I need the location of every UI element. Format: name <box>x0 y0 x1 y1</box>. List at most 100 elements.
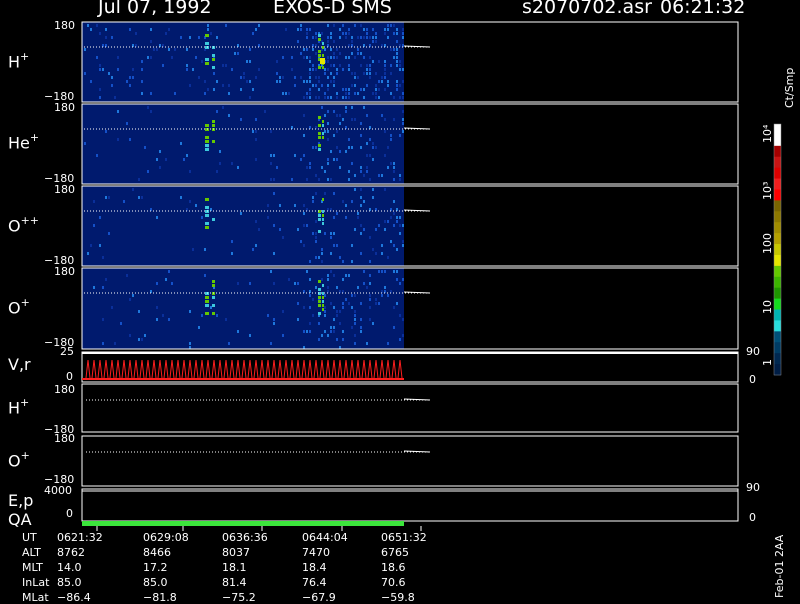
spectrogram-cell <box>384 220 386 223</box>
footer-cell: 85.0 <box>143 576 168 589</box>
spectrogram-cell <box>84 142 86 145</box>
spectrogram-cell <box>315 192 317 195</box>
footer-row-label: MLat <box>22 591 49 604</box>
spectrogram-cell <box>384 60 386 63</box>
spectrogram-cell <box>336 48 338 51</box>
vr-trace <box>133 359 139 379</box>
spectrogram-cell <box>309 96 311 99</box>
panel-vr-rtop: 90 <box>746 345 760 358</box>
spectrogram-cell <box>300 76 302 79</box>
spectrogram-cell <box>297 228 299 231</box>
spectrogram-cell <box>393 162 395 165</box>
spectrogram-cell <box>333 84 335 87</box>
spectrogram-cell <box>336 286 338 289</box>
spectrogram-cell <box>102 318 104 321</box>
spectrogram-cell <box>205 304 209 307</box>
footer-cell: 70.6 <box>381 576 406 589</box>
spectrogram-cell <box>372 40 374 43</box>
spectrogram-cell <box>342 118 344 121</box>
colorbar-segment <box>774 320 781 332</box>
spectrogram-cell <box>267 314 269 317</box>
spectrogram-cell <box>159 166 161 169</box>
spectrogram-cell <box>205 214 209 217</box>
spectrogram-cell <box>273 318 275 321</box>
spectrogram-cell <box>205 144 209 147</box>
spectrogram-cell <box>249 48 251 51</box>
vr-trace <box>229 359 235 379</box>
spectrogram-cell <box>384 72 386 75</box>
spectrogram-cell <box>366 166 368 169</box>
spectrogram-cell <box>297 282 299 285</box>
spectrogram-cell <box>84 48 86 51</box>
spectrogram-cell <box>322 46 324 49</box>
spectrogram-cell <box>339 310 341 313</box>
spectrogram-cell <box>348 96 350 99</box>
spectrogram-cell <box>318 214 321 217</box>
spectrogram-cell <box>396 302 398 305</box>
spectrogram-cell <box>315 84 317 87</box>
spectrogram-cell <box>327 334 329 337</box>
spectrogram-cell <box>129 138 131 141</box>
spectrogram-cell <box>396 60 398 63</box>
spectrogram-cell <box>393 48 395 51</box>
spectrogram-cell <box>339 114 341 117</box>
spectrogram-cell <box>273 154 275 157</box>
spectrogram-cell <box>360 326 362 329</box>
spectrogram-cell <box>205 148 209 151</box>
spectrogram-cell <box>324 114 326 117</box>
spectrogram-cell <box>348 170 350 173</box>
vr-trace <box>181 359 187 379</box>
spectrogram-cell <box>318 144 321 147</box>
spectrogram-cell <box>321 252 323 255</box>
spectrogram-cell <box>381 80 383 83</box>
spectrogram-cell <box>330 56 332 59</box>
spectrogram-cell <box>129 84 131 87</box>
spectrogram-cell <box>339 64 341 67</box>
spectrogram-cell <box>273 178 275 181</box>
spectrogram-cell <box>399 96 401 99</box>
spectrogram-cell <box>306 48 308 51</box>
spectrogram-cell <box>318 66 321 69</box>
spectrogram-cell <box>159 150 161 153</box>
spectrogram-cell <box>288 278 290 281</box>
spectrogram-cell <box>156 158 158 161</box>
spectrogram-cell <box>216 80 218 83</box>
spectrogram-cell <box>402 36 404 39</box>
spectrogram-cell <box>216 36 218 39</box>
footer-cell: 18.1 <box>222 561 247 574</box>
vr-trace <box>139 359 145 379</box>
spectrogram-cell <box>99 96 101 99</box>
panel-h-ytop: 180 <box>54 19 75 32</box>
spectrogram-cell <box>192 248 194 251</box>
spectrogram-cell <box>228 114 230 117</box>
spectrogram-cell <box>375 228 377 231</box>
spectrogram-cell <box>363 96 365 99</box>
spectrogram-cell <box>387 220 389 223</box>
spectrogram-cell <box>294 84 296 87</box>
spectrogram-cell <box>363 28 365 31</box>
spectrogram-cell <box>240 118 242 121</box>
spectrogram-cell <box>321 278 323 281</box>
spectrogram-cell <box>306 96 308 99</box>
vr-trace <box>145 359 151 379</box>
footer-cell: 85.0 <box>57 576 82 589</box>
spectrogram-cell <box>396 28 398 31</box>
spectrogram-cell <box>354 342 356 345</box>
spectrogram-cell <box>378 60 380 63</box>
spectrogram-cell <box>396 56 398 59</box>
spectrogram-cell <box>333 76 335 79</box>
spectrogram-cell <box>369 282 371 285</box>
spectrogram-cell <box>333 244 335 247</box>
spectrogram-cell <box>315 76 317 79</box>
spectrogram-cell <box>303 330 305 333</box>
panel-qa-rtick: 0 <box>749 511 756 524</box>
spectrogram-cell <box>270 342 272 345</box>
spectrogram-cell <box>381 174 383 177</box>
spectrogram-cell <box>255 244 257 247</box>
spectrogram-cell <box>249 282 251 285</box>
spectrogram-cell <box>279 76 281 79</box>
spectrogram-cell <box>360 122 362 125</box>
spectrogram-cell <box>306 270 308 273</box>
spectrogram-cell <box>384 154 386 157</box>
panel-qa-ytick: 0 <box>66 507 73 520</box>
